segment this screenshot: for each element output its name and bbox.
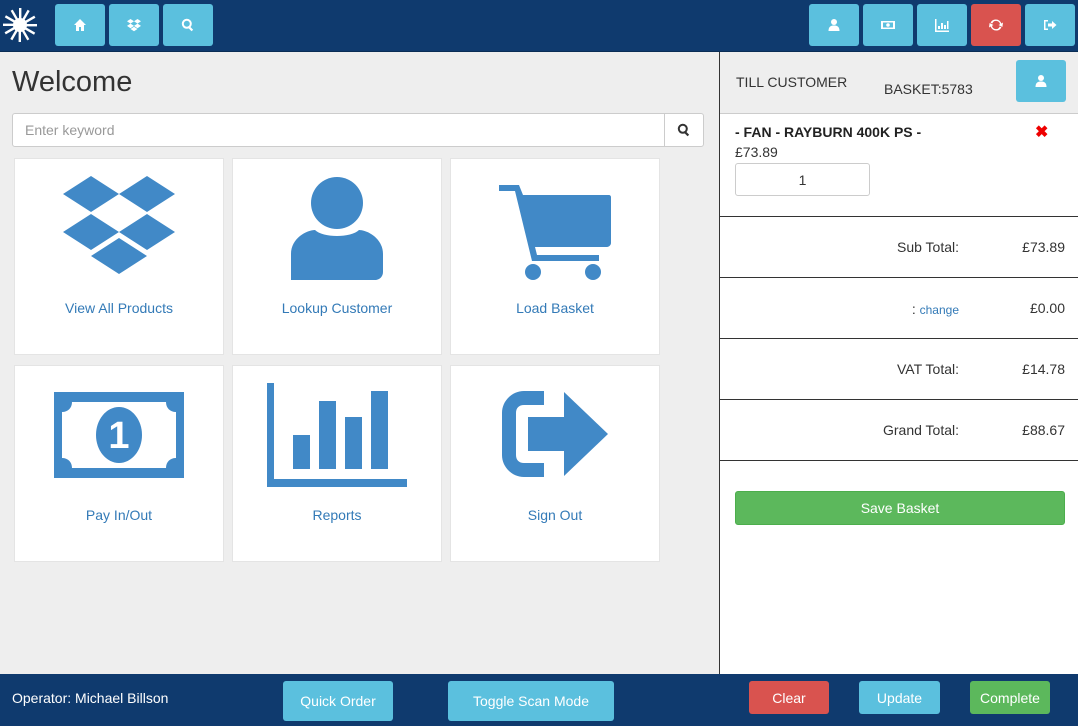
tile-label: Pay In/Out: [85, 507, 153, 523]
main-panel: Welcome View All Products Lookup Custome…: [0, 52, 719, 674]
basket-panel: TILL CUSTOMER BASKET:5783 - FAN - RAYBUR…: [719, 52, 1078, 674]
reports-button[interactable]: [917, 4, 967, 46]
customer-name: TILL CUSTOMER: [736, 74, 848, 90]
refresh-button[interactable]: [971, 4, 1021, 46]
pay-in-out-button[interactable]: [863, 4, 913, 46]
discount-value: £0.00: [1029, 300, 1065, 316]
sign-out-icon: [502, 391, 608, 477]
tile-label: Lookup Customer: [281, 300, 393, 316]
divider: [720, 338, 1078, 339]
basket-id: BASKET:5783: [884, 81, 973, 97]
tile-lookup-customer[interactable]: Lookup Customer: [232, 158, 442, 355]
item-price: £73.89: [735, 144, 778, 160]
products-button[interactable]: [109, 4, 159, 46]
select-customer-button[interactable]: [1016, 60, 1066, 102]
top-navbar: [0, 0, 1078, 52]
page-title: Welcome: [12, 66, 133, 98]
customer-button[interactable]: [809, 4, 859, 46]
sub-total-value: £73.89: [1022, 239, 1065, 255]
quick-order-button[interactable]: Quick Order: [283, 681, 393, 721]
complete-button[interactable]: Complete: [970, 681, 1050, 714]
chart-icon: [935, 19, 949, 32]
vat-total-value: £14.78: [1022, 361, 1065, 377]
search-icon: [181, 18, 194, 32]
quantity-input[interactable]: [735, 163, 870, 196]
search-icon: [677, 123, 690, 137]
search-button[interactable]: [163, 4, 213, 46]
refresh-icon: [989, 19, 1003, 31]
sub-total-label: Sub Total:: [896, 239, 959, 255]
search-submit-button[interactable]: [664, 113, 704, 147]
grand-total-value: £88.67: [1022, 422, 1065, 438]
sign-out-icon: [1044, 20, 1057, 30]
divider: [720, 460, 1078, 461]
search-input[interactable]: [12, 113, 665, 147]
divider: [720, 216, 1078, 217]
home-icon: [74, 19, 86, 31]
tile-reports[interactable]: Reports: [232, 365, 442, 562]
vat-total-label: VAT Total:: [897, 361, 959, 377]
user-icon: [1035, 75, 1047, 87]
tile-label: Reports: [312, 507, 362, 523]
grand-total-label: Grand Total:: [882, 422, 959, 438]
save-basket-button[interactable]: Save Basket: [735, 491, 1065, 525]
tile-sign-out[interactable]: Sign Out: [450, 365, 660, 562]
chart-icon: [267, 383, 407, 487]
discount-change-link[interactable]: change: [920, 303, 959, 317]
money-icon: [881, 21, 895, 29]
tile-label: Sign Out: [527, 507, 583, 523]
dropbox-icon: [63, 176, 175, 274]
tile-load-basket[interactable]: Load Basket: [450, 158, 660, 355]
divider: [720, 399, 1078, 400]
tile-label: View All Products: [65, 300, 173, 316]
toggle-scan-mode-button[interactable]: Toggle Scan Mode: [448, 681, 614, 721]
svg-text:1: 1: [108, 415, 129, 457]
divider: [720, 277, 1078, 278]
keyword-search: [12, 113, 704, 147]
tile-view-all-products[interactable]: View All Products: [14, 158, 224, 355]
clear-button[interactable]: Clear: [749, 681, 829, 714]
operator-name: Operator: Michael Billson: [12, 690, 169, 706]
user-icon: [828, 19, 840, 31]
user-icon: [291, 177, 383, 280]
tile-label: Load Basket: [516, 300, 594, 316]
dropbox-icon: [127, 19, 141, 32]
discount-prefix: :: [911, 301, 916, 317]
home-button[interactable]: [55, 4, 105, 46]
sign-out-button[interactable]: [1025, 4, 1075, 46]
money-icon: 1: [54, 392, 184, 478]
basket-header: TILL CUSTOMER BASKET:5783: [720, 52, 1078, 114]
remove-item-icon[interactable]: ✖: [1035, 122, 1048, 142]
cart-icon: [499, 185, 611, 280]
footer-bar: Operator: Michael Billson Quick Order To…: [0, 674, 1078, 726]
logo-icon: [3, 8, 37, 42]
discount-label: : change: [912, 301, 959, 317]
tile-pay-in-out[interactable]: 1 Pay In/Out: [14, 365, 224, 562]
item-name: - FAN - RAYBURN 400K PS -: [735, 124, 922, 140]
update-button[interactable]: Update: [859, 681, 940, 714]
